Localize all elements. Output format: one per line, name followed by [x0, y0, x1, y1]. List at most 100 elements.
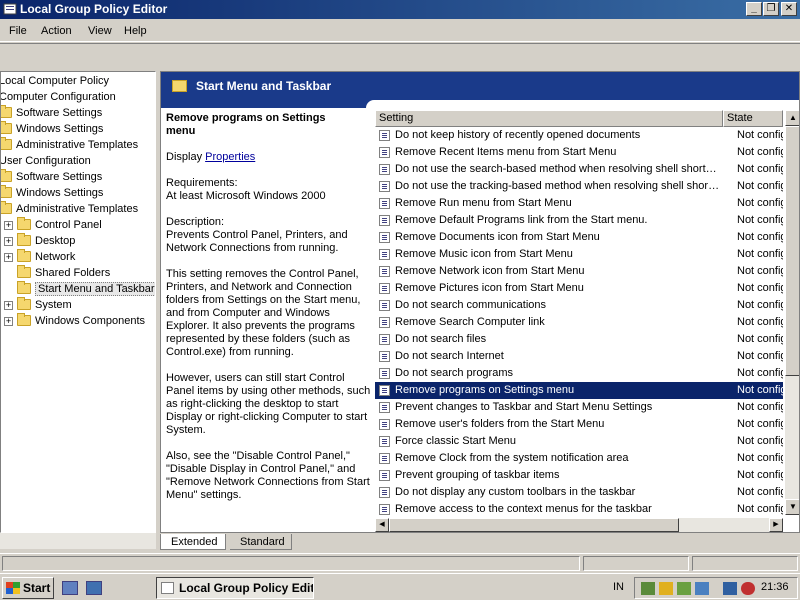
policy-setting-icon [379, 300, 390, 311]
tree-horizontal-scrollbar[interactable] [0, 533, 156, 549]
tree-node-9[interactable]: + Control Panel [4, 217, 102, 233]
tree-node-15[interactable]: + Windows Components [4, 313, 145, 329]
language-indicator[interactable]: IN [613, 581, 624, 593]
tab-standard[interactable]: Standard [230, 534, 292, 550]
setting-row[interactable]: Remove Run menu from Start Menu Not confi… [375, 195, 783, 212]
properties-link[interactable]: Properties [205, 151, 255, 163]
tree-node-12[interactable]: Shared Folders [4, 265, 110, 281]
scroll-right-button[interactable]: ▶ [769, 518, 783, 532]
tray-status-icon[interactable] [677, 582, 691, 595]
setting-row[interactable]: Remove Music icon from Start Menu Not con… [375, 246, 783, 263]
tree-node-13[interactable]: Start Menu and Taskbar [4, 281, 155, 297]
expand-icon[interactable]: + [4, 237, 13, 246]
tab-extended[interactable]: Extended [160, 534, 226, 550]
setting-row[interactable]: Force classic Start Menu Not configured [375, 433, 783, 450]
scroll-up-button[interactable]: ▲ [785, 110, 799, 126]
folder-icon [1, 137, 12, 150]
setting-name: Remove Documents icon from Start Menu [395, 231, 600, 243]
tree-node-3[interactable]: Windows Settings [1, 121, 103, 137]
setting-row[interactable]: Prevent changes to Taskbar and Start Men… [375, 399, 783, 416]
setting-row[interactable]: Do not search programs Not configured [375, 365, 783, 382]
tree-node-1[interactable]: Computer Configuration [0, 89, 116, 105]
tree-node-7[interactable]: Windows Settings [1, 185, 104, 201]
setting-row[interactable]: Remove user's folders from the Start Men… [375, 416, 783, 433]
setting-name: Remove Clock from the system notificatio… [395, 452, 629, 464]
setting-row[interactable]: Do not display any custom toolbars in th… [375, 484, 783, 501]
tree-node-6[interactable]: Software Settings [1, 169, 102, 185]
scroll-down-button[interactable]: ▼ [785, 499, 799, 515]
tree-node-10[interactable]: + Desktop [4, 233, 75, 249]
setting-state: Not configured [737, 248, 783, 260]
setting-row[interactable]: Remove programs on Settings menu Not conf… [375, 382, 783, 399]
setting-row[interactable]: Remove Documents icon from Start Menu Not… [375, 229, 783, 246]
setting-row[interactable]: Do not search communications Not configur… [375, 297, 783, 314]
security-shield-icon[interactable] [659, 582, 673, 595]
setting-row[interactable]: Remove Pictures icon from Start Menu Not … [375, 280, 783, 297]
menu-action[interactable]: Action [41, 25, 72, 37]
maximize-button[interactable]: ❐ [763, 2, 779, 16]
setting-row[interactable]: Remove Search Computer link Not configure… [375, 314, 783, 331]
minimize-button[interactable]: _ [746, 2, 762, 16]
close-button[interactable]: ✕ [781, 2, 797, 16]
title-bar[interactable]: Local Group Policy Editor _ ❐ ✕ [0, 0, 800, 19]
taskbar-item-group-policy[interactable]: Local Group Policy Edit... [156, 577, 314, 599]
setting-row[interactable]: Remove Network icon from Start Menu Not c… [375, 263, 783, 280]
volume-muted-icon[interactable] [741, 582, 755, 595]
expand-icon[interactable]: + [4, 221, 13, 230]
tray-app-icon[interactable] [641, 582, 655, 595]
setting-row[interactable]: Remove Recent Items menu from Start Menu… [375, 144, 783, 161]
vertical-scrollbar[interactable]: ▲ ▼ [785, 110, 799, 515]
tree-node-0[interactable]: Local Computer Policy [1, 73, 109, 89]
setting-row[interactable]: Do not use the tracking-based method whe… [375, 178, 783, 195]
policy-setting-icon [379, 504, 390, 515]
policy-setting-icon [379, 164, 390, 175]
tree-node-2[interactable]: Software Settings [1, 105, 102, 121]
column-header-state[interactable]: State [723, 110, 783, 127]
tree-node-8[interactable]: Administrative Templates [1, 201, 138, 217]
expand-icon[interactable]: + [4, 253, 13, 262]
expand-icon[interactable]: + [4, 301, 13, 310]
menu-file[interactable]: File [9, 25, 27, 37]
folder-icon [17, 249, 31, 262]
tree-node-5[interactable]: User Configuration [1, 153, 91, 169]
tree-node-label: Windows Components [35, 315, 146, 327]
server-manager-icon[interactable] [86, 581, 102, 595]
description-panel: Remove programs on Settings menu Display… [161, 108, 371, 532]
menu-view[interactable]: View [88, 25, 112, 37]
display-icon[interactable] [723, 582, 737, 595]
setting-state: Not configured [737, 384, 783, 396]
policy-setting-icon [379, 453, 390, 464]
taskbar: Start Local Group Policy Edit... IN 21:3… [0, 573, 800, 600]
start-button[interactable]: Start [2, 577, 54, 599]
setting-row[interactable]: Remove Clock from the system notificatio… [375, 450, 783, 467]
setting-row[interactable]: Remove Default Programs link from the St… [375, 212, 783, 229]
folder-icon [1, 169, 12, 182]
list-horizontal-scrollbar[interactable]: ◀ ▶ [375, 518, 783, 532]
banner-title: Start Menu and Taskbar [196, 79, 332, 93]
column-header-setting[interactable]: Setting [375, 110, 723, 127]
setting-row[interactable]: Prevent grouping of taskbar items Not con… [375, 467, 783, 484]
policy-tree[interactable]: Local Computer Policy Computer Configurat… [0, 71, 156, 533]
tree-node-11[interactable]: + Network [4, 249, 75, 265]
show-desktop-icon[interactable] [62, 581, 78, 595]
scroll-thumb[interactable] [785, 126, 799, 376]
tree-node-label: Windows Settings [16, 187, 104, 199]
display-properties-line: Display Properties [166, 151, 371, 164]
clock[interactable]: 21:36 [761, 581, 789, 593]
setting-row[interactable]: Do not search Internet Not configured [375, 348, 783, 365]
setting-row[interactable]: Do not search files Not configured [375, 331, 783, 348]
setting-row[interactable]: Do not keep history of recently opened d… [375, 127, 783, 144]
setting-row[interactable]: Remove access to the context menus for t… [375, 501, 783, 518]
expand-icon[interactable]: + [4, 317, 13, 326]
tree-node-14[interactable]: + System [4, 297, 72, 313]
menu-help[interactable]: Help [124, 25, 147, 37]
folder-icon [17, 281, 31, 294]
horizontal-scroll-thumb[interactable] [389, 518, 679, 532]
network-icon[interactable] [695, 582, 709, 595]
setting-row[interactable]: Do not use the search-based method when … [375, 161, 783, 178]
setting-name: Remove Music icon from Start Menu [395, 248, 573, 260]
scroll-left-button[interactable]: ◀ [375, 518, 389, 532]
tree-node-label: Computer Configuration [0, 91, 116, 103]
tree-node-4[interactable]: Administrative Templates [1, 137, 138, 153]
tree-node-label: Control Panel [35, 219, 102, 231]
